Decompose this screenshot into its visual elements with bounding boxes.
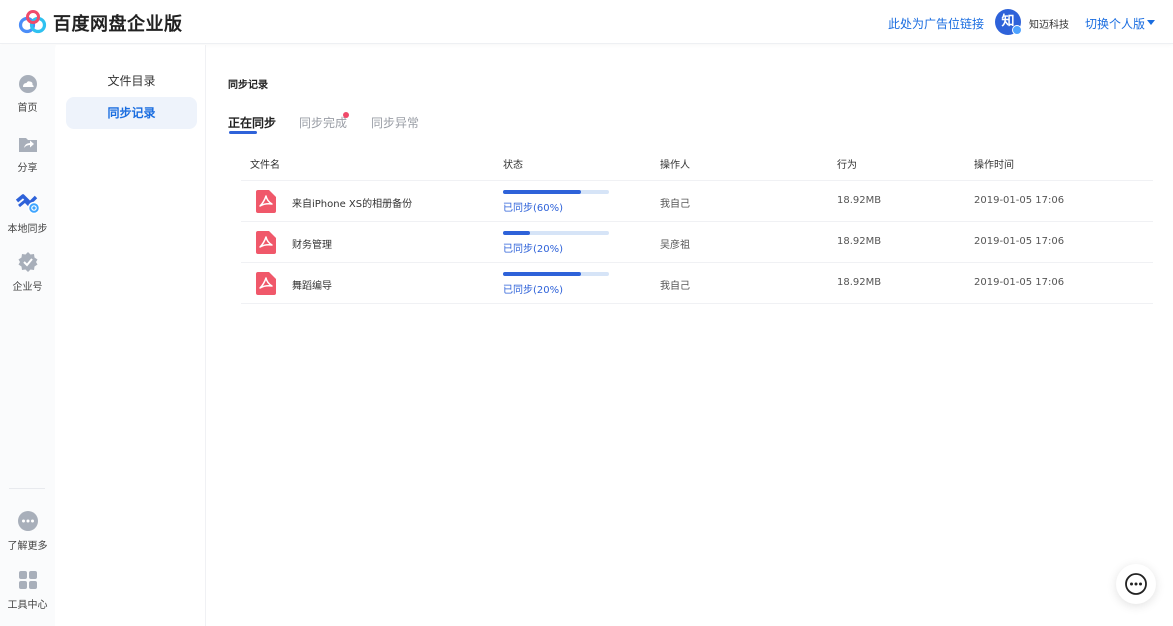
baidu-netdisk-logo-icon[interactable] <box>18 10 48 36</box>
share-folder-icon <box>18 138 37 152</box>
company-name: 知迈科技 <box>1029 20 1069 31</box>
main-content: 同步记录 正在同步 同步完成 同步异常 文件名 状态 操作人 行为 操作时间 来… <box>207 45 1173 626</box>
operator-name: 我自己 <box>660 199 690 210</box>
operation-time: 2019-01-05 17:06 <box>974 195 1065 206</box>
nav-item-tools[interactable]: 工具中心 <box>0 569 55 611</box>
subnav-item-file-directory[interactable]: 文件目录 <box>66 65 197 97</box>
brand-title: 百度网盘企业版 <box>53 14 183 35</box>
file-name[interactable]: 来自iPhone XS的相册备份 <box>292 195 412 210</box>
chat-bubble-icon <box>1125 573 1147 595</box>
notification-dot <box>343 112 349 118</box>
pdf-file-icon <box>256 272 276 295</box>
sync-status-text: 已同步(20%) <box>503 285 564 296</box>
active-tab-indicator <box>229 131 257 134</box>
ad-link[interactable]: 此处为广告位链接 <box>888 15 984 32</box>
column-header-operator[interactable]: 操作人 <box>660 156 690 171</box>
more-dots-icon <box>17 511 38 531</box>
sync-progress-fill <box>503 272 582 276</box>
tools-grid-icon <box>18 571 37 589</box>
operator-name: 吴彦祖 <box>660 240 690 251</box>
sync-icon <box>15 194 40 215</box>
column-header-status[interactable]: 状态 <box>503 156 523 171</box>
pdf-file-icon <box>256 231 276 254</box>
chevron-down-icon[interactable] <box>1147 20 1155 25</box>
sync-progress-bar <box>503 190 609 194</box>
file-size: 18.92MB <box>837 277 882 288</box>
sub-nav: 文件目录 同步记录 <box>56 45 206 626</box>
operation-time: 2019-01-05 17:06 <box>974 277 1065 288</box>
page-title: 同步记录 <box>228 80 268 91</box>
file-name[interactable]: 舞蹈编导 <box>292 277 332 292</box>
column-header-action[interactable]: 行为 <box>837 156 857 171</box>
tab-syncing[interactable]: 正在同步 <box>228 114 276 131</box>
operator-name: 我自己 <box>660 281 690 292</box>
top-header: 百度网盘企业版 此处为广告位链接 知 知迈科技 切换个人版 <box>0 0 1173 44</box>
tab-sync-complete[interactable]: 同步完成 <box>299 114 347 131</box>
tab-sync-error[interactable]: 同步异常 <box>371 114 419 131</box>
pdf-file-icon <box>256 190 276 213</box>
cloud-icon <box>18 75 37 93</box>
subnav-item-sync-records[interactable]: 同步记录 <box>66 97 197 129</box>
chat-support-button[interactable] <box>1116 564 1156 604</box>
nav-item-share[interactable]: 分享 <box>0 134 55 174</box>
table-row[interactable]: 来自iPhone XS的相册备份 已同步(60%) 我自己 18.92MB 20… <box>241 181 1153 222</box>
table-row[interactable]: 舞蹈编导 已同步(20%) 我自己 18.92MB 2019-01-05 17:… <box>241 263 1153 304</box>
nav-item-enterprise[interactable]: 企业号 <box>0 251 55 293</box>
left-nav: 首页 分享 本地同步 企业号 了解更多 工具中心 <box>0 45 55 626</box>
file-size: 18.92MB <box>837 195 882 206</box>
operation-time: 2019-01-05 17:06 <box>974 236 1065 247</box>
sync-status-text: 已同步(20%) <box>503 244 564 255</box>
column-header-time[interactable]: 操作时间 <box>974 156 1014 171</box>
sync-progress-bar <box>503 272 609 276</box>
table-row[interactable]: 财务管理 已同步(20%) 吴彦祖 18.92MB 2019-01-05 17:… <box>241 222 1153 263</box>
switch-personal-button[interactable]: 切换个人版 <box>1085 15 1145 32</box>
file-size: 18.92MB <box>837 236 882 247</box>
file-name[interactable]: 财务管理 <box>292 236 332 251</box>
nav-divider <box>9 488 45 489</box>
sync-status-text: 已同步(60%) <box>503 203 564 214</box>
sync-progress-fill <box>503 231 530 235</box>
sync-progress-fill <box>503 190 582 194</box>
enterprise-badge-icon <box>18 252 37 272</box>
nav-item-learn-more[interactable]: 了解更多 <box>0 510 55 552</box>
nav-item-local-sync[interactable]: 本地同步 <box>0 193 55 235</box>
column-header-filename[interactable]: 文件名 <box>250 156 280 171</box>
sync-progress-bar <box>503 231 609 235</box>
verified-badge-icon <box>1012 25 1022 35</box>
nav-item-home[interactable]: 首页 <box>0 74 55 114</box>
